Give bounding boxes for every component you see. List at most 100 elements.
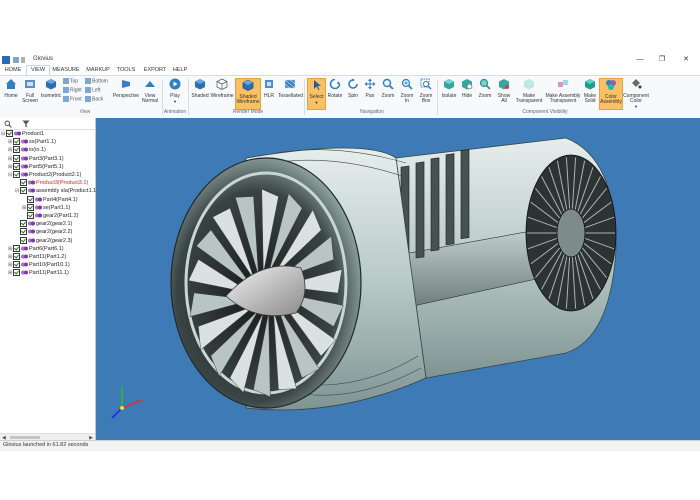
tree-node[interactable]: Part4(Part4.1) xyxy=(22,195,78,204)
visibility-checkbox[interactable] xyxy=(6,130,13,138)
zoom-box-button[interactable]: Zoom Box xyxy=(417,78,435,105)
tree-node[interactable]: ⊞ ss(Part1.1) xyxy=(8,138,56,146)
tree-node[interactable]: ⊟ assembly sla(Product1.1) xyxy=(15,187,98,195)
home-view-button[interactable]: Home xyxy=(2,78,20,99)
view-normal-label: View Normal xyxy=(141,92,159,104)
tab-markup[interactable]: MARKUP xyxy=(84,66,112,75)
maximize-button[interactable]: ❐ xyxy=(652,54,672,66)
color-assembly-icon xyxy=(606,80,616,90)
visibility-checkbox[interactable] xyxy=(27,212,34,220)
top-view-button[interactable]: Top xyxy=(63,78,78,84)
ribbon: Home Full Screen Isometric Top Right Fro… xyxy=(0,75,700,119)
perspective-button[interactable]: Perspective xyxy=(112,78,140,99)
transparent-cube-icon xyxy=(524,79,534,90)
visibility-checkbox[interactable] xyxy=(13,138,20,146)
hide-button[interactable]: Hide xyxy=(459,78,475,99)
quick-access-dropdown-icon[interactable] xyxy=(21,57,25,63)
bottom-view-button[interactable]: Bottom xyxy=(85,78,108,84)
back-view-button[interactable]: Back xyxy=(85,96,103,102)
tree-node[interactable]: ⊞ Part10(Part10.1) xyxy=(8,261,70,269)
visibility-checkbox[interactable] xyxy=(20,228,27,236)
tree-node[interactable]: gear2(Part1.2) xyxy=(22,212,78,220)
tree-search-icon[interactable] xyxy=(4,120,12,128)
save-icon[interactable] xyxy=(13,57,19,63)
shaded-wireframe-button[interactable]: Shaded Wireframe xyxy=(235,78,261,110)
minimize-button[interactable]: — xyxy=(630,54,650,66)
right-view-button[interactable]: Right xyxy=(63,87,82,93)
hlr-button[interactable]: HLR xyxy=(261,78,277,99)
zoom-button[interactable]: Zoom xyxy=(380,78,396,99)
visibility-checkbox[interactable] xyxy=(13,261,20,269)
make-solid-button[interactable]: Make Solid xyxy=(582,78,598,105)
tessellated-button[interactable]: Tessellated xyxy=(278,78,303,99)
shaded-wireframe-cube-icon xyxy=(242,79,254,91)
visibility-checkbox[interactable] xyxy=(20,236,27,244)
tree-node-label: Part4(Part4.1) xyxy=(43,196,78,203)
zoom-component-icon xyxy=(479,78,491,90)
visibility-checkbox[interactable] xyxy=(13,154,20,162)
3d-viewport[interactable] xyxy=(96,118,700,440)
wireframe-button[interactable]: Wireframe xyxy=(210,78,234,99)
tree-node[interactable]: ⊞ se(Part1.1) xyxy=(22,203,70,212)
tree-node[interactable]: ⊞ Part11(Part11.1) xyxy=(8,269,69,277)
tab-home[interactable]: HOME xyxy=(2,66,24,75)
tree-node[interactable]: gear2(gear2.1) xyxy=(15,220,72,228)
visibility-checkbox[interactable] xyxy=(20,179,27,187)
pan-button[interactable]: Pan xyxy=(362,78,378,99)
isolate-button[interactable]: Isolate xyxy=(440,78,458,99)
visibility-checkbox[interactable] xyxy=(27,195,34,203)
play-dropdown-icon[interactable]: ▼ xyxy=(166,99,184,105)
spin-button[interactable]: Spin xyxy=(345,78,361,99)
tab-help[interactable]: HELP xyxy=(170,66,190,75)
model-tree-panel: ⊟ Product1 ⊞ ss(Part1.1) ⊞ io(io.1) ⊞ Part3(Par… xyxy=(0,118,98,440)
tree-node[interactable]: ⊞ Part6(Part6.1) xyxy=(8,244,64,253)
visibility-checkbox[interactable] xyxy=(20,220,27,228)
visibility-checkbox[interactable] xyxy=(27,203,34,211)
zoom-in-button[interactable]: Zoom In xyxy=(398,78,416,105)
tab-export[interactable]: EXPORT xyxy=(142,66,168,75)
zoom-component-button[interactable]: Zoom xyxy=(477,78,493,99)
visibility-checkbox[interactable] xyxy=(13,253,20,261)
visibility-checkbox[interactable] xyxy=(13,162,20,170)
visibility-checkbox[interactable] xyxy=(13,171,20,179)
tree-node[interactable]: ⊞ Part11(Part1.2) xyxy=(8,253,66,261)
color-assembly-button[interactable]: Color Assembly xyxy=(599,78,623,110)
tree-filter-icon[interactable] xyxy=(22,120,30,128)
visibility-checkbox[interactable] xyxy=(13,244,20,252)
front-view-button[interactable]: Front xyxy=(63,96,82,102)
tree-node[interactable]: ⊞ Part3(Part3.1) xyxy=(8,154,64,163)
tab-view[interactable]: VIEW xyxy=(26,65,50,75)
show-all-button[interactable]: Show All xyxy=(495,78,513,105)
make-transparent-button[interactable]: Make Transparent xyxy=(514,78,544,105)
tree-node[interactable]: ⊞ io(io.1) xyxy=(8,146,46,154)
left-view-button[interactable]: Left xyxy=(85,87,100,93)
select-button[interactable]: Select ▼ xyxy=(307,78,326,110)
tree-node[interactable]: gear2(gear2.3) xyxy=(15,236,72,245)
visibility-checkbox[interactable] xyxy=(13,146,20,154)
ribbon-separator xyxy=(437,79,438,115)
tree-node[interactable]: ⊟ Product2(Product2.1) xyxy=(8,171,81,179)
full-screen-button[interactable]: Full Screen xyxy=(21,78,39,105)
close-button[interactable]: ✕ xyxy=(676,54,696,66)
rotate-button[interactable]: Rotate xyxy=(326,78,344,99)
visibility-checkbox[interactable] xyxy=(13,269,20,277)
tree-node[interactable]: gear2(gear2.2) xyxy=(15,228,72,236)
tree-node-label: gear2(gear2.2) xyxy=(36,229,73,236)
component-color-dropdown-icon[interactable]: ▼ xyxy=(622,104,650,110)
part-icon xyxy=(21,270,28,275)
select-dropdown-icon[interactable]: ▼ xyxy=(308,100,325,106)
tab-measure[interactable]: MEASURE xyxy=(52,66,80,75)
play-button[interactable]: Play ▼ xyxy=(166,78,184,105)
visibility-checkbox[interactable] xyxy=(20,187,27,195)
tree-node[interactable]: ⊞ Part5(Part5.1) xyxy=(8,162,64,171)
make-assembly-transparent-button[interactable]: Make Assembly Transparent xyxy=(545,78,581,105)
scrollbar-thumb[interactable] xyxy=(10,436,40,439)
isometric-button[interactable]: Isometric xyxy=(40,78,62,99)
tree-node[interactable]: Product3(Product3.1) xyxy=(15,179,88,187)
view-normal-button[interactable]: View Normal xyxy=(140,78,160,105)
tab-tools[interactable]: TOOLS xyxy=(115,66,137,75)
part-icon xyxy=(28,221,35,226)
shaded-button[interactable]: Shaded xyxy=(191,78,209,99)
tree-node[interactable]: ⊟ Product1 xyxy=(1,130,44,138)
component-color-button[interactable]: Component Color ▼ xyxy=(622,78,650,109)
